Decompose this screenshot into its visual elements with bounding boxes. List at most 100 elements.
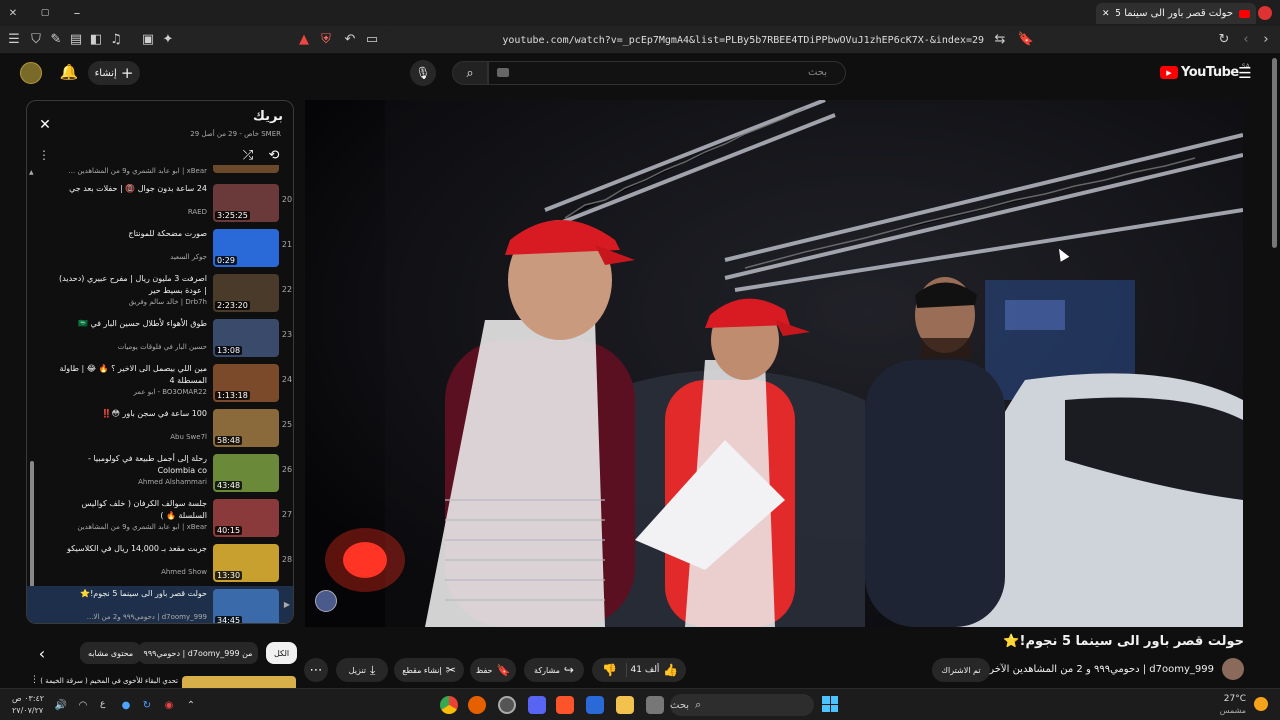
guide-menu-icon[interactable]: ☰ (1236, 64, 1254, 82)
chip-related[interactable]: محتوى مشابه (80, 642, 142, 664)
volume-icon[interactable]: 🔊 (54, 698, 68, 712)
close-playlist-icon[interactable]: ✕ (37, 117, 53, 133)
playlist-item[interactable]: 21 0:29 صورت مضحكة للمونتاج جوكر السعيد (27, 226, 293, 270)
close-tab-icon[interactable]: ✕ (1102, 9, 1110, 19)
chip-all[interactable]: الكل (266, 642, 298, 664)
playlist-partial-item[interactable]: xBear | ابو عابد الشمري و9 من المشاهدين … (27, 165, 293, 177)
minimize-icon[interactable]: – (70, 6, 84, 21)
reader-icon[interactable]: ▤ (68, 31, 84, 47)
weather-temp[interactable]: 27°C (1224, 694, 1246, 704)
playlist-item-number: 28 (281, 555, 293, 564)
reload-icon[interactable]: ↻ (1216, 31, 1232, 47)
like-dislike-group: 👎 41 ألف 👍 (592, 658, 686, 682)
forward-icon[interactable]: › (1258, 31, 1274, 47)
shuffle-icon[interactable]: ⤮ (239, 147, 257, 163)
browser-app-icon[interactable] (498, 696, 516, 714)
brave-shield-icon[interactable]: ⛨ (318, 31, 334, 47)
app-tray-icon[interactable]: ◉ (162, 698, 176, 712)
voice-search-button[interactable]: 🎙 (410, 60, 436, 86)
playlist-more-icon[interactable]: ⋮ (37, 147, 51, 163)
share-url-icon[interactable]: ⇆ (992, 31, 1008, 47)
dislike-button[interactable]: 👎 (593, 663, 627, 677)
create-button[interactable]: إنشاء + (88, 61, 140, 85)
playlist-item-number: 27 (281, 510, 293, 519)
partial-item-channel: xBear | ابو عابد الشمري و9 من المشاهدين … (68, 167, 208, 175)
share-icon: ↪ (563, 663, 574, 677)
mic-icon[interactable]: ● (120, 698, 132, 712)
playlist-item[interactable]: 20 3:25:25 24 ساعة بدون جوال 📵 | حفلات بعد… (27, 181, 293, 225)
channel-name[interactable]: d7oomy_999 | دحومي٩٩٩ و 2 من المشاهدين ا… (979, 664, 1214, 675)
weather-sun-icon (1254, 697, 1268, 711)
share-button[interactable]: مشاركة ↪ (524, 658, 584, 682)
extension-icon[interactable]: ✎ (48, 31, 64, 47)
chrome-icon[interactable] (440, 696, 458, 714)
taskbar-time[interactable]: ٠٣:٤٢ ص (12, 694, 44, 703)
firefox-icon[interactable] (468, 696, 486, 714)
playlist-item-channel: Ahmed Alshammari (138, 478, 207, 486)
profile-icon[interactable] (1258, 6, 1272, 20)
address-bar[interactable]: youtube.com/watch?v=_pcEp7MgmA4&list=PLB… (380, 29, 1020, 51)
like-count[interactable]: 41 ألف (627, 665, 663, 675)
chip-from-channel[interactable]: من d7oomy_999 | دحومي٩٩٩ (138, 642, 258, 664)
subscribe-button[interactable]: تم الاشتراك (932, 658, 990, 682)
tab-favicon-icon (1239, 9, 1250, 18)
keyboard-icon[interactable] (497, 68, 509, 77)
like-icon[interactable]: 👍 (663, 663, 685, 677)
brave-icon[interactable] (556, 696, 574, 714)
puzzle-icon[interactable]: ✦ (160, 31, 176, 47)
more-actions-button[interactable]: ⋯ (304, 658, 328, 682)
language-indicator[interactable]: ع (100, 699, 105, 709)
shield-icon[interactable]: ⛉ (28, 31, 44, 47)
taskbar-search-label: بحث (670, 699, 690, 711)
next-video-more-icon[interactable]: ⋮ (30, 675, 39, 685)
task-view-icon[interactable] (646, 696, 664, 714)
video-player[interactable] (305, 100, 1243, 627)
clip-button[interactable]: إنشاء مقطع ✂ (394, 658, 464, 682)
bookmark-icon[interactable]: 🔖 (1018, 31, 1034, 47)
discord-icon[interactable] (528, 696, 546, 714)
close-window-icon[interactable]: ✕ (6, 6, 20, 20)
page-scrollbar[interactable] (1272, 58, 1277, 248)
playlist-item[interactable]: 25 58:48 100 ساعة في سجن باور 😳‼️ Abu Swe7l (27, 406, 293, 450)
file-explorer-icon[interactable] (616, 696, 634, 714)
playlist-item[interactable]: 27 40:15 جلسة سوالف الكرفان ( خلف كواليس ا… (27, 496, 293, 540)
store-icon[interactable] (586, 696, 604, 714)
chips-prev-icon[interactable]: ‹ (34, 644, 50, 663)
playlist-item-channel: d7oomy_999 | دحومي٩٩٩ و2 من الا... (86, 613, 207, 621)
search-button[interactable]: ⌕ (452, 61, 488, 85)
sync-icon[interactable]: ↻ (140, 698, 154, 712)
playlist-item[interactable]: 23 13:08 طوق الأهواء لأطلال حسين البار في … (27, 316, 293, 360)
music-icon[interactable]: ♫ (108, 31, 124, 47)
taskbar-date[interactable]: ٢٧/٠٧/٢٧ (12, 706, 43, 715)
taskbar-search[interactable]: ⌕ بحث (670, 694, 814, 716)
search-input[interactable]: بحث (488, 61, 846, 85)
channel-avatar[interactable] (20, 62, 42, 84)
maximize-icon[interactable]: ▢ (38, 6, 52, 20)
tray-expand-icon[interactable]: ⌃ (184, 698, 198, 712)
active-tab[interactable]: حولت قصر باور الى سينما 5 نجو ✕ (1096, 3, 1256, 24)
next-video-item[interactable]: تحدي البقاء للأخوى في المخيم ( سرقة الخي… (26, 674, 296, 688)
network-icon[interactable]: ◠ (76, 698, 90, 712)
menu-icon[interactable]: ☰ (6, 31, 22, 47)
rewards-icon[interactable]: ▲ (296, 31, 312, 47)
download-button[interactable]: تنزيل ⤓ (336, 658, 388, 682)
playlist-item[interactable]: 26 43:48 رحلة إلى أجمل طبيعة في كولومبيا -… (27, 451, 293, 495)
playlist-item[interactable]: 28 13:30 جربت مقعد بـ 14,000 ريال في الكلا… (27, 541, 293, 585)
channel-avatar-small[interactable] (1222, 658, 1244, 680)
playlist-item[interactable]: ▶ 34:45 حولت قصر باور الى سينما 5 نجوم!⭐ d7… (27, 586, 293, 623)
playlist-item-title: مين اللي بيصمل الى الاخير ؟ 🔥 😂 | طاولة … (59, 364, 207, 385)
start-icon[interactable] (822, 696, 838, 712)
youtube-logo-text: YouTube (1181, 65, 1239, 80)
clip-label: إنشاء مقطع (402, 665, 442, 675)
playlist-item[interactable]: 24 1:13:18 مين اللي بيصمل الى الاخير ؟ 🔥 😂… (27, 361, 293, 405)
notifications-icon[interactable]: 🔔 (60, 63, 79, 81)
save-button[interactable]: حفظ 🔖 (470, 658, 516, 682)
cast-icon[interactable]: ▭ (364, 31, 380, 47)
history-icon[interactable]: ↶ (342, 31, 358, 47)
playlist-item[interactable]: 22 2:23:20 اصرفت 3 مليون ريال | مفرح عبيري… (27, 271, 293, 315)
sidebar-icon[interactable]: ◧ (88, 31, 104, 47)
wallet-icon[interactable]: ▣ (140, 31, 156, 47)
back-icon[interactable]: ‹ (1238, 31, 1254, 47)
loop-icon[interactable]: ⟲ (265, 147, 283, 163)
channel-watermark-icon[interactable] (315, 590, 337, 612)
